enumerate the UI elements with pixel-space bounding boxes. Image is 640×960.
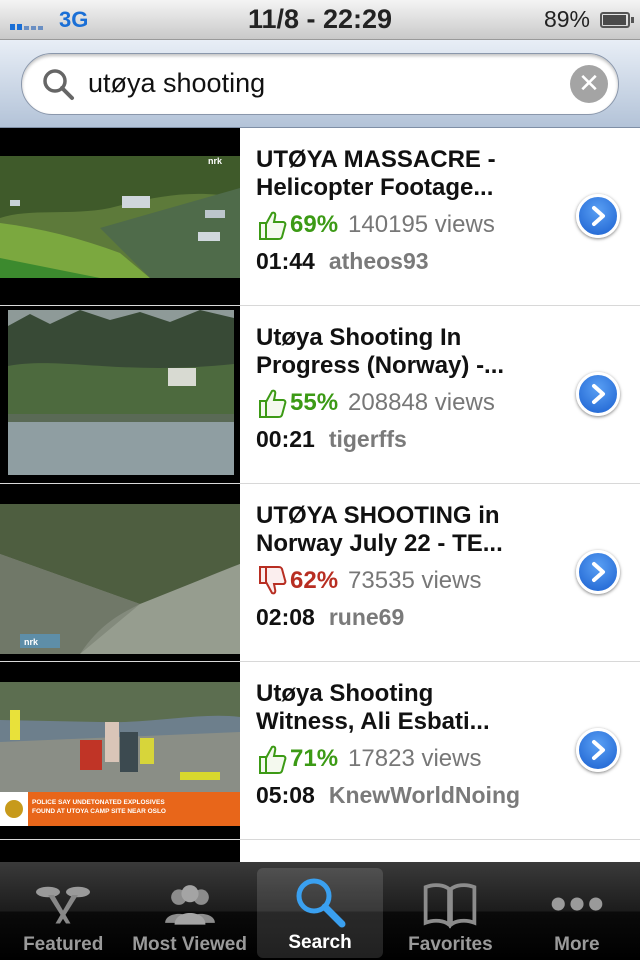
list-item[interactable]: POLICE SAY UNDETONATED EXPLOSIVES FOUND … <box>0 662 640 840</box>
chevron-right-icon <box>592 384 605 404</box>
video-info: Utøya Shooting In Progress (Norway) -...… <box>256 324 566 453</box>
video-title: UTØYA SHOOTING in Norway July 22 - TE... <box>256 502 566 558</box>
rating-percent: 71% <box>290 745 339 772</box>
video-title-line2: Progress (Norway) -... <box>256 352 505 379</box>
rating-percent: 62% <box>290 567 339 594</box>
favorites-icon <box>420 876 480 932</box>
tab-label: Favorites <box>408 934 493 955</box>
tab-label: Featured <box>23 934 104 955</box>
tab-label: Most Viewed <box>132 934 247 955</box>
video-title-line1: Utøya Shooting In <box>256 324 462 351</box>
video-title-line1: UTØYA MASSACRE - <box>256 146 496 173</box>
list-item-partial[interactable] <box>0 840 640 862</box>
tab-search[interactable]: Search <box>256 868 384 958</box>
search-icon <box>290 874 350 930</box>
thumbs-up-icon <box>259 389 287 418</box>
search-bar: ✕ <box>0 40 640 128</box>
video-thumbnail: nrk <box>0 128 240 305</box>
tab-most-viewed[interactable]: Most Viewed <box>126 862 252 960</box>
rating-percent: 69% <box>290 211 339 238</box>
video-duration: 05:08 <box>256 782 315 808</box>
detail-disclosure-button[interactable] <box>576 728 620 772</box>
video-title: Utøya Shooting In Progress (Norway) -... <box>256 324 566 380</box>
video-stats: 62% 73535 views <box>256 566 566 596</box>
thumb-caption-line1: POLICE SAY UNDETONATED EXPLOSIVES <box>32 799 165 806</box>
most-viewed-icon <box>160 876 220 932</box>
results-list: nrk UTØYA MASSACRE - Helicopter Footage.… <box>0 128 640 862</box>
network-type: 3G <box>59 6 89 32</box>
detail-disclosure-button[interactable] <box>576 194 620 238</box>
video-info: UTØYA SHOOTING in Norway July 22 - TE...… <box>256 502 566 631</box>
thumbs-down-icon <box>259 566 287 595</box>
search-icon <box>43 68 74 100</box>
tab-more[interactable]: More <box>514 862 640 960</box>
video-title-line2: Witness, Ali Esbati... <box>256 708 490 735</box>
video-thumbnail <box>0 306 240 483</box>
video-author: atheos93 <box>328 248 429 274</box>
search-field[interactable]: ✕ <box>21 52 619 115</box>
video-duration: 00:21 <box>256 426 315 452</box>
video-title-line2: Norway July 22 - TE... <box>256 530 503 557</box>
video-title: Utøya Shooting Witness, Ali Esbati... <box>256 680 566 736</box>
status-left: 3G <box>10 7 210 33</box>
video-author: KnewWorldNoing <box>328 782 521 808</box>
video-thumbnail <box>0 840 240 862</box>
tab-favorites[interactable]: Favorites <box>387 862 513 960</box>
view-count: 140195 views <box>348 211 495 238</box>
video-duration: 01:44 <box>256 248 315 274</box>
svg-text:nrk: nrk <box>24 637 39 647</box>
video-title-line1: Utøya Shooting <box>256 680 434 707</box>
view-count: 208848 views <box>348 389 495 416</box>
video-meta: 02:08 rune69 <box>256 604 566 631</box>
video-meta: 01:44 atheos93 <box>256 248 566 275</box>
tab-label: More <box>554 934 600 955</box>
featured-icon <box>33 876 93 932</box>
rating-percent: 55% <box>290 389 339 416</box>
clear-icon[interactable]: ✕ <box>570 64 608 103</box>
list-item[interactable]: nrk UTØYA MASSACRE - Helicopter Footage.… <box>0 128 640 306</box>
thumbs-up-icon <box>259 745 287 774</box>
video-meta: 00:21 tigerffs <box>256 426 566 453</box>
video-title-line1: UTØYA SHOOTING in <box>256 502 500 529</box>
thumb-caption-line2: FOUND AT UTOYA CAMP SITE NEAR OSLO <box>32 808 166 815</box>
list-item[interactable]: Utøya Shooting In Progress (Norway) -...… <box>0 306 640 484</box>
video-meta: 05:08 KnewWorldNoing <box>256 782 566 809</box>
status-bar: 3G 11/8 - 22:29 89% <box>0 0 640 40</box>
chevron-right-icon <box>592 206 605 226</box>
more-icon <box>547 876 607 932</box>
view-count: 17823 views <box>348 745 482 772</box>
video-stats: 55% 208848 views <box>256 388 566 418</box>
chevron-right-icon <box>592 562 605 582</box>
thumbs-up-icon <box>259 211 287 240</box>
video-author: rune69 <box>328 604 405 630</box>
search-input[interactable] <box>88 68 570 99</box>
video-title: UTØYA MASSACRE - Helicopter Footage... <box>256 146 566 202</box>
video-info: Utøya Shooting Witness, Ali Esbati... 71… <box>256 680 566 809</box>
status-right: 89% <box>430 6 634 33</box>
chevron-right-icon <box>592 740 605 760</box>
detail-disclosure-button[interactable] <box>576 372 620 416</box>
detail-disclosure-button[interactable] <box>576 550 620 594</box>
view-count: 73535 views <box>348 567 482 594</box>
video-stats: 71% 17823 views <box>256 744 566 774</box>
signal-strength-icon <box>10 10 43 30</box>
video-thumbnail: POLICE SAY UNDETONATED EXPLOSIVES FOUND … <box>0 662 240 839</box>
video-title-line2: Helicopter Footage... <box>256 174 494 201</box>
video-author: tigerffs <box>328 426 407 452</box>
tab-featured[interactable]: Featured <box>0 862 126 960</box>
battery-percent: 89% <box>543 6 590 32</box>
battery-icon <box>600 11 634 28</box>
video-duration: 02:08 <box>256 604 315 630</box>
tab-bar: Featured Most Viewed Search Favorites Mo… <box>0 862 640 960</box>
video-stats: 69% 140195 views <box>256 210 566 240</box>
video-info: UTØYA MASSACRE - Helicopter Footage... 6… <box>256 146 566 275</box>
tab-label: Search <box>288 932 352 953</box>
video-thumbnail: nrk <box>0 484 240 661</box>
list-item[interactable]: nrk UTØYA SHOOTING in Norway July 22 - T… <box>0 484 640 662</box>
svg-text:nrk: nrk <box>208 156 223 166</box>
status-clock: 11/8 - 22:29 <box>247 4 393 34</box>
